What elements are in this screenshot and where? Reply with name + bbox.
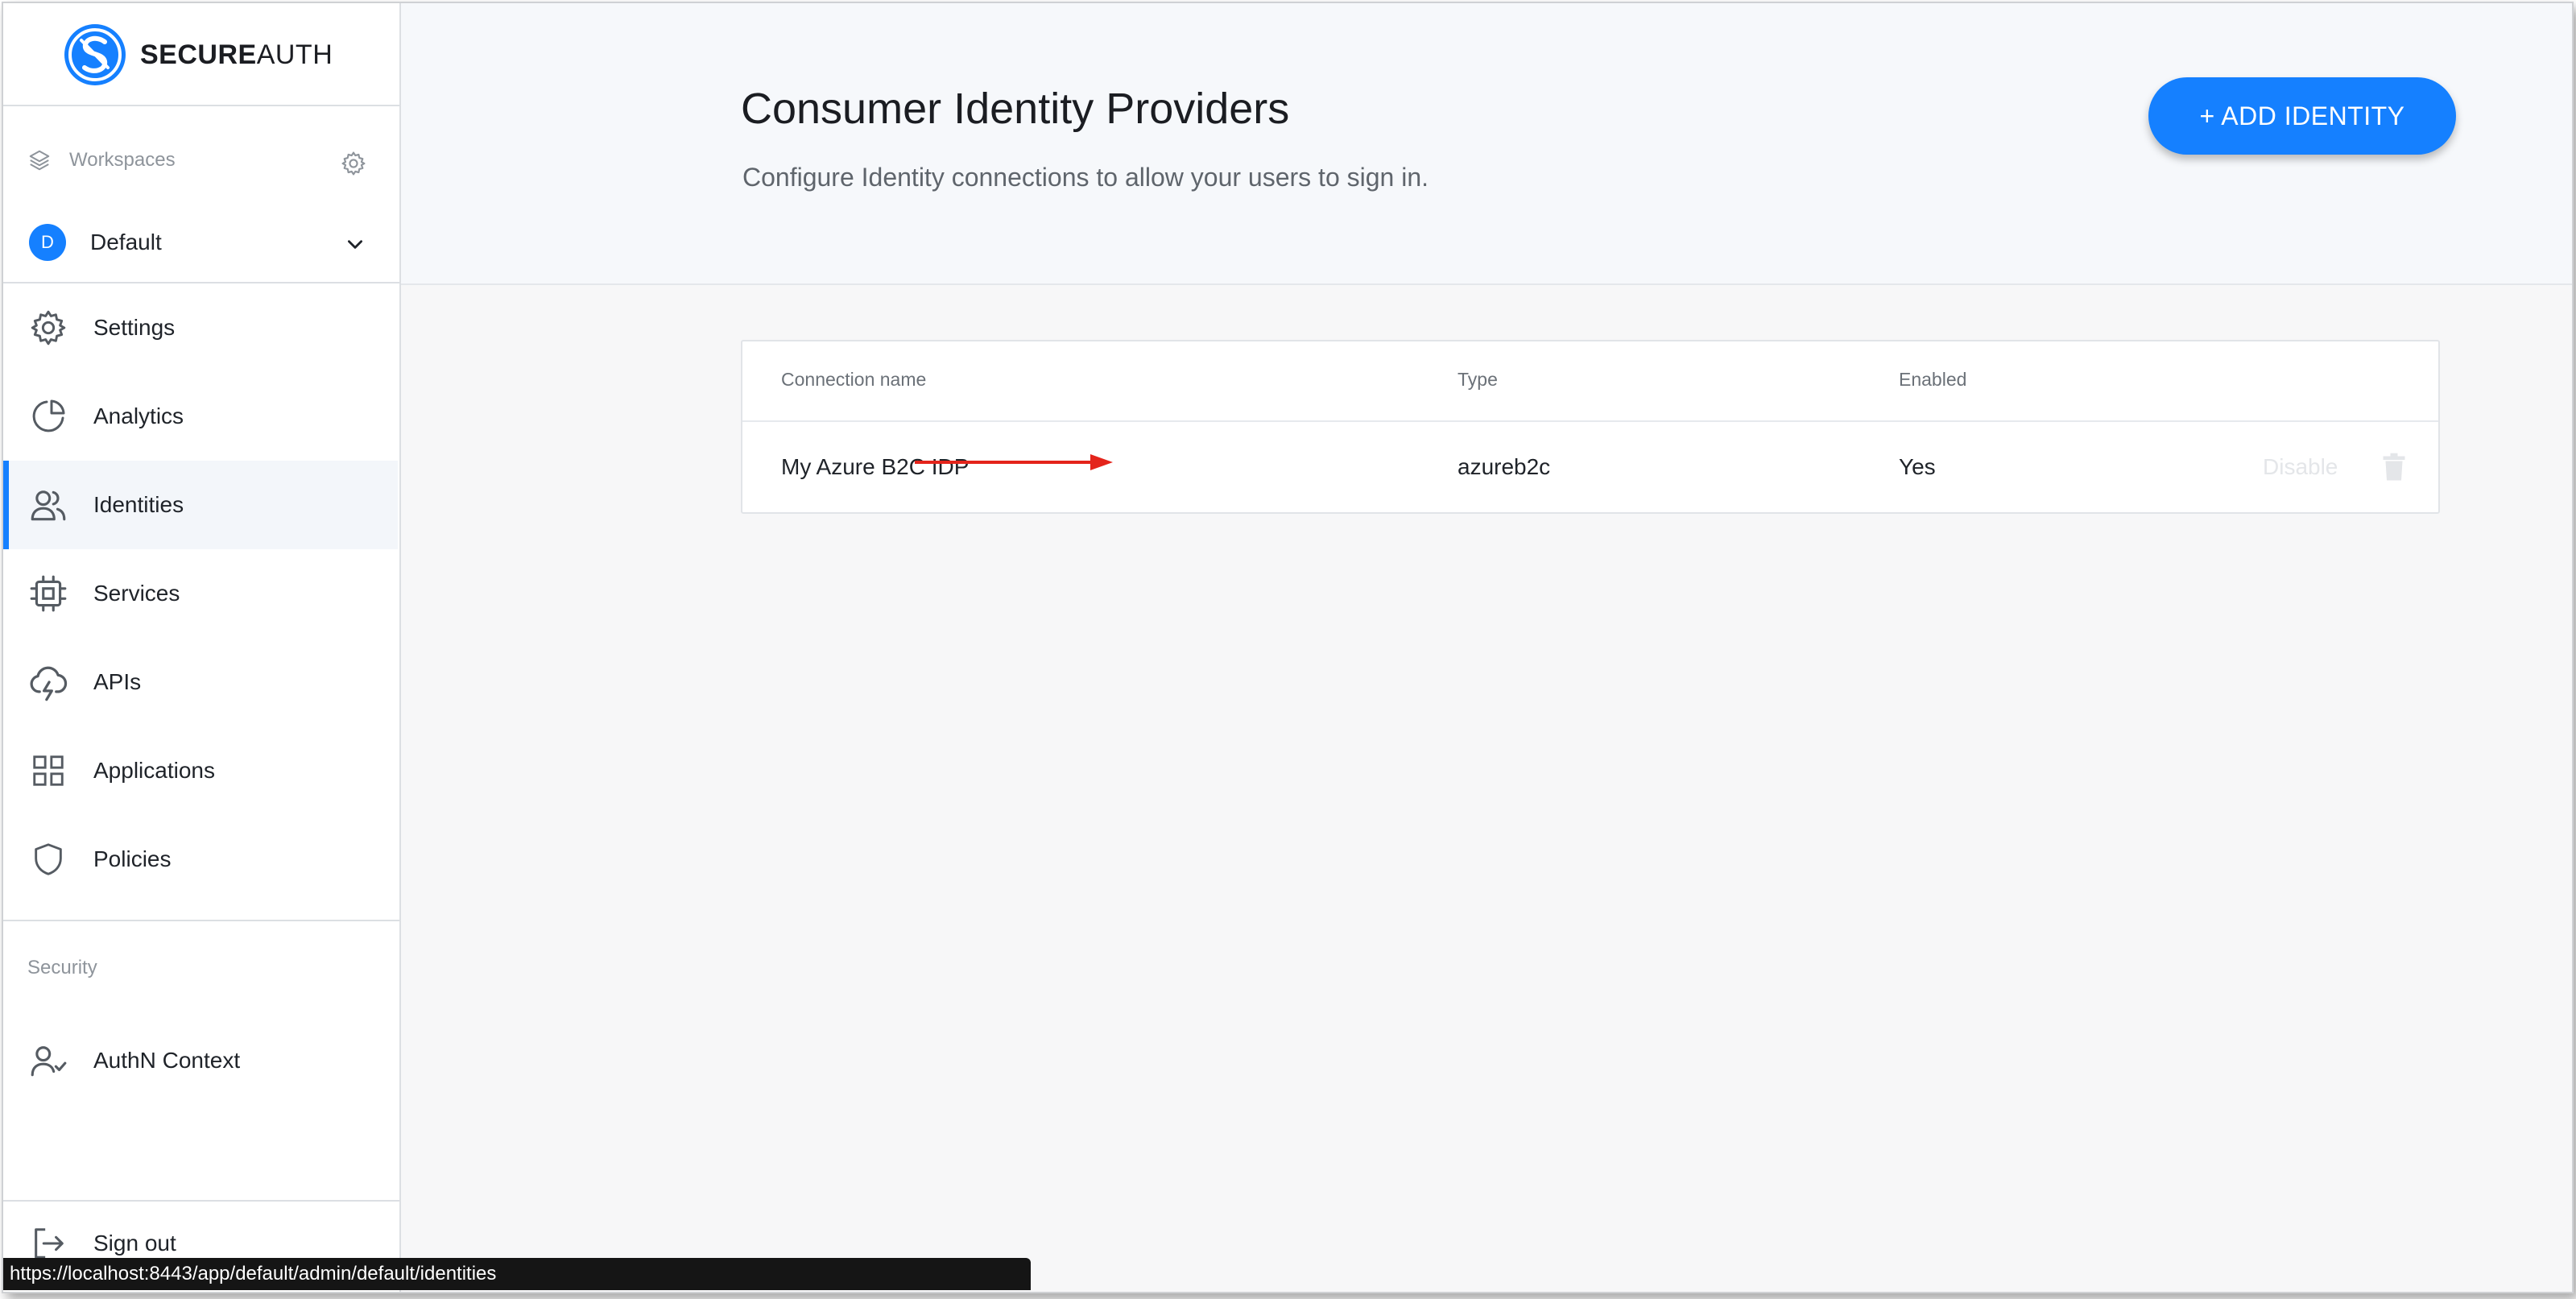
workspaces-header: Workspaces (27, 148, 176, 172)
secureauth-logo-icon (64, 24, 126, 85)
sidebar-item-label: Services (93, 581, 180, 606)
logo[interactable]: SECUREAUTH (61, 21, 333, 89)
sidebar-item-label: Applications (93, 758, 215, 783)
sidebar-item-applications[interactable]: Applications (3, 726, 398, 815)
sidebar: SECUREAUTH Workspaces D Default Settings… (3, 3, 401, 1292)
page-subtitle: Configure Identity connections to allow … (742, 163, 1429, 192)
sidebar-item-settings[interactable]: Settings (3, 283, 398, 372)
sidebar-item-policies[interactable]: Policies (3, 815, 398, 904)
sidebar-item-label: APIs (93, 669, 142, 694)
user-check-icon (27, 1040, 69, 1082)
page-title: Consumer Identity Providers (741, 85, 1290, 133)
divider (3, 920, 399, 921)
sidebar-item-analytics[interactable]: Analytics (3, 372, 398, 461)
disable-button[interactable]: Disable (2263, 454, 2338, 480)
table-header: Connection name Type Enabled (742, 341, 2438, 422)
workspaces-label: Workspaces (69, 149, 176, 171)
security-section-label: Security (27, 957, 97, 978)
gear-icon (27, 307, 69, 349)
pie-chart-icon (27, 395, 69, 437)
sidebar-item-authn-context[interactable]: AuthN Context (3, 1016, 398, 1105)
sidebar-item-apis[interactable]: APIs (3, 638, 398, 726)
workspace-selector[interactable]: D Default (29, 222, 375, 263)
layers-icon (29, 150, 50, 171)
divider (3, 1200, 399, 1202)
sign-out-label: Sign out (93, 1231, 176, 1256)
chevron-down-icon (345, 234, 366, 260)
main-content: Consumer Identity Providers Configure Id… (401, 3, 2572, 1292)
red-arrow-annotation-icon (915, 454, 1113, 470)
column-header-type: Type (1458, 369, 1498, 390)
status-bar-url: https://localhost:8443/app/default/admin… (3, 1258, 1031, 1290)
sidebar-item-label: Policies (93, 846, 172, 871)
cloud-lightning-icon (27, 661, 69, 703)
app-window: SECUREAUTH Workspaces D Default Settings… (2, 2, 2574, 1293)
workspace-name: Default (90, 230, 162, 254)
grid-icon (27, 750, 69, 792)
shield-icon (27, 838, 69, 880)
type-cell: azureb2c (1458, 454, 1551, 479)
sidebar-item-services[interactable]: Services (3, 549, 398, 638)
sidebar-item-identities[interactable]: Identities (3, 461, 398, 549)
column-header-connection-name: Connection name (781, 369, 927, 390)
sidebar-item-label: AuthN Context (93, 1048, 241, 1073)
identity-providers-table: Connection name Type Enabled My Azure B2… (741, 340, 2440, 514)
sidebar-item-label: Identities (93, 492, 184, 517)
trash-icon[interactable] (2382, 453, 2406, 486)
add-identity-button[interactable]: + ADD IDENTITY (2148, 77, 2456, 155)
users-icon (27, 484, 69, 526)
column-header-enabled: Enabled (1899, 369, 1967, 390)
sidebar-item-label: Settings (93, 315, 176, 340)
divider (3, 105, 399, 106)
page-header: Consumer Identity Providers Configure Id… (401, 3, 2572, 285)
chip-icon (27, 573, 69, 614)
sidebar-item-label: Analytics (93, 403, 184, 428)
enabled-cell: Yes (1899, 454, 1936, 479)
workspace-avatar: D (29, 224, 66, 261)
workspace-settings-gear-icon[interactable] (340, 150, 367, 181)
brand-name: SECUREAUTH (140, 39, 333, 70)
